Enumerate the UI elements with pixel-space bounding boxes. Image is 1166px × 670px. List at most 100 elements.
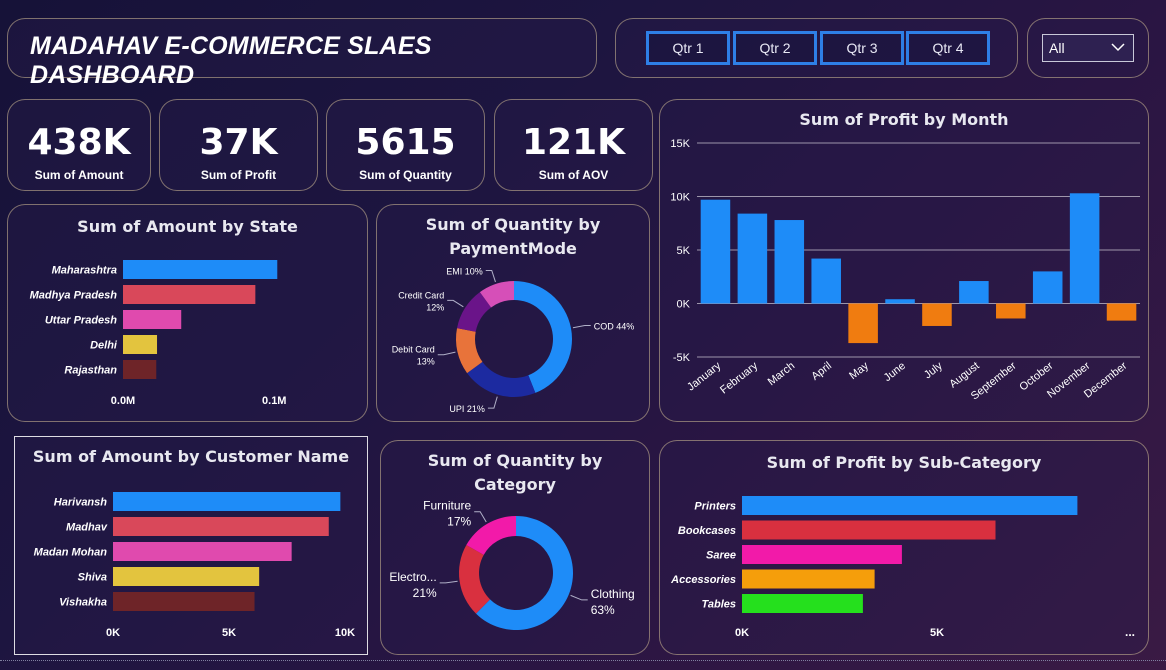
category-label: Accessories — [670, 574, 736, 586]
quarter-slicer: Qtr 1 Qtr 2 Qtr 3 Qtr 4 — [615, 18, 1018, 78]
x-tick-label: April — [809, 360, 834, 383]
bar — [959, 281, 989, 304]
profit-by-month-card: Sum of Profit by Month 15K 10K 5K 0K -5K Janu… — [659, 99, 1149, 422]
bar — [113, 567, 260, 586]
overflow-label: ... — [1125, 625, 1135, 639]
kpi-label: Sum of AOV — [538, 168, 609, 182]
x-tick-label: 5K — [222, 627, 236, 639]
kpi-label: Sum of Amount — [34, 168, 124, 182]
leader-line — [439, 580, 458, 584]
slice-label: Furniture — [423, 499, 471, 513]
x-tick-label: July — [922, 360, 945, 382]
donut-slice — [459, 545, 491, 614]
category-label: Printers — [694, 501, 736, 513]
filter-selected-value: All — [1049, 40, 1065, 56]
qtr-3-button[interactable]: Qtr 3 — [820, 31, 904, 65]
qtr-4-button[interactable]: Qtr 4 — [906, 31, 990, 65]
bar — [742, 496, 1078, 515]
amount-by-customer-chart: Harivansh Madhav Madan Mohan Shiva Vishakha 0… — [34, 492, 355, 639]
bar — [113, 492, 341, 511]
leader-line — [474, 511, 487, 523]
category-label: Rajasthan — [64, 365, 117, 377]
title-card: MADAHAV E-COMMERCE SLAES DASHBOARD — [7, 18, 597, 89]
category-label: Shiva — [78, 572, 107, 584]
bar — [1106, 303, 1137, 321]
category-label: Harivansh — [54, 497, 107, 509]
slice-label: Credit Card — [398, 290, 444, 300]
bar — [922, 303, 952, 326]
qtr-2-button[interactable]: Qtr 2 — [733, 31, 817, 65]
leader-line — [447, 299, 464, 308]
slice-pct: 63% — [591, 603, 615, 617]
kpi-card-profit: 37K Sum of Profit — [159, 99, 318, 191]
slice-pct: 17% — [447, 515, 471, 529]
qtr-1-button[interactable]: Qtr 1 — [646, 31, 730, 65]
y-tick-label: 0K — [677, 299, 691, 311]
bar — [885, 299, 915, 304]
bar — [123, 260, 278, 279]
category-label: Madan Mohan — [34, 547, 108, 559]
bar — [737, 213, 768, 304]
kpi-value: 5615 — [355, 122, 456, 163]
kpi-card-quantity: 5615 Sum of Quantity — [326, 99, 485, 191]
category-label: Bookcases — [678, 525, 736, 537]
profit-by-subcategory-chart: Printers Bookcases Saree Accessories Tables 0… — [670, 496, 1135, 639]
quantity-by-paymentmode-card: Sum of Quantity by PaymentMode COD 44% UP… — [376, 204, 650, 422]
bar — [742, 594, 863, 613]
page-title: MADAHAV E-COMMERCE SLAES DASHBOARD — [30, 32, 432, 89]
y-tick-label: 15K — [670, 138, 690, 150]
bar — [113, 542, 292, 561]
kpi-value: 121K — [521, 122, 626, 163]
x-tick-label: June — [882, 360, 908, 384]
filter-card: All — [1027, 18, 1149, 78]
category-label: Maharashtra — [52, 265, 117, 277]
category-label: Madhya Pradesh — [30, 290, 118, 302]
bar — [1032, 271, 1063, 304]
kpi-label: Sum of Profit — [200, 168, 277, 182]
leader-line — [485, 270, 496, 283]
category-label: Tables — [702, 599, 736, 611]
slice-label: EMI 10% — [446, 267, 483, 277]
slice-pct: 12% — [426, 302, 444, 312]
x-tick-label: 0.1M — [262, 395, 286, 407]
bar — [113, 592, 255, 611]
kpi-value: 438K — [27, 122, 131, 163]
category-label: Vishakha — [59, 597, 107, 609]
slice-label: COD 44% — [594, 322, 635, 332]
quantity-by-paymentmode-chart: COD 44% UPI 21% Debit Card 13% Credit Card 12… — [392, 267, 635, 415]
slice-pct: 21% — [413, 586, 437, 600]
x-tick-label: 0K — [735, 627, 749, 639]
x-tick-label: January — [685, 360, 724, 394]
donut-slice — [466, 516, 516, 555]
leader-line — [570, 594, 588, 601]
category-label: Saree — [706, 550, 736, 562]
kpi-label: Sum of Quantity — [359, 168, 452, 182]
bar — [996, 303, 1026, 319]
amount-by-state-card: Sum of Amount by State Maharashtra Madhya… — [7, 204, 368, 422]
bar — [811, 258, 841, 304]
bar — [123, 335, 158, 354]
filter-dropdown[interactable]: All — [1042, 34, 1134, 62]
bar — [123, 285, 256, 304]
donut-slice — [514, 281, 572, 393]
bar — [113, 517, 329, 536]
bar — [848, 303, 878, 344]
profit-by-month-chart: 15K 10K 5K 0K -5KJanuaryFebruary March April Ma… — [670, 138, 1140, 402]
bar — [742, 520, 996, 540]
slice-pct: 13% — [417, 357, 435, 367]
leader-line — [487, 396, 498, 409]
x-tick-label: 10K — [335, 627, 355, 639]
kpi-value: 37K — [199, 122, 278, 163]
x-tick-label: May — [847, 360, 871, 383]
x-tick-label: 5K — [930, 627, 944, 639]
kpi-card-aov: 121K Sum of AOV — [494, 99, 653, 191]
bar — [123, 360, 157, 379]
x-tick-label: 0K — [106, 627, 120, 639]
bar — [774, 220, 805, 304]
profit-by-subcategory-card: Sum of Profit by Sub-Category Printers Bo… — [659, 440, 1149, 655]
amount-by-customer-card: Sum of Amount by Customer Name Harivansh… — [14, 436, 368, 655]
category-label: Delhi — [90, 340, 118, 352]
bar — [1069, 193, 1100, 304]
leader-line — [437, 351, 456, 356]
category-label: Uttar Pradesh — [45, 315, 117, 327]
